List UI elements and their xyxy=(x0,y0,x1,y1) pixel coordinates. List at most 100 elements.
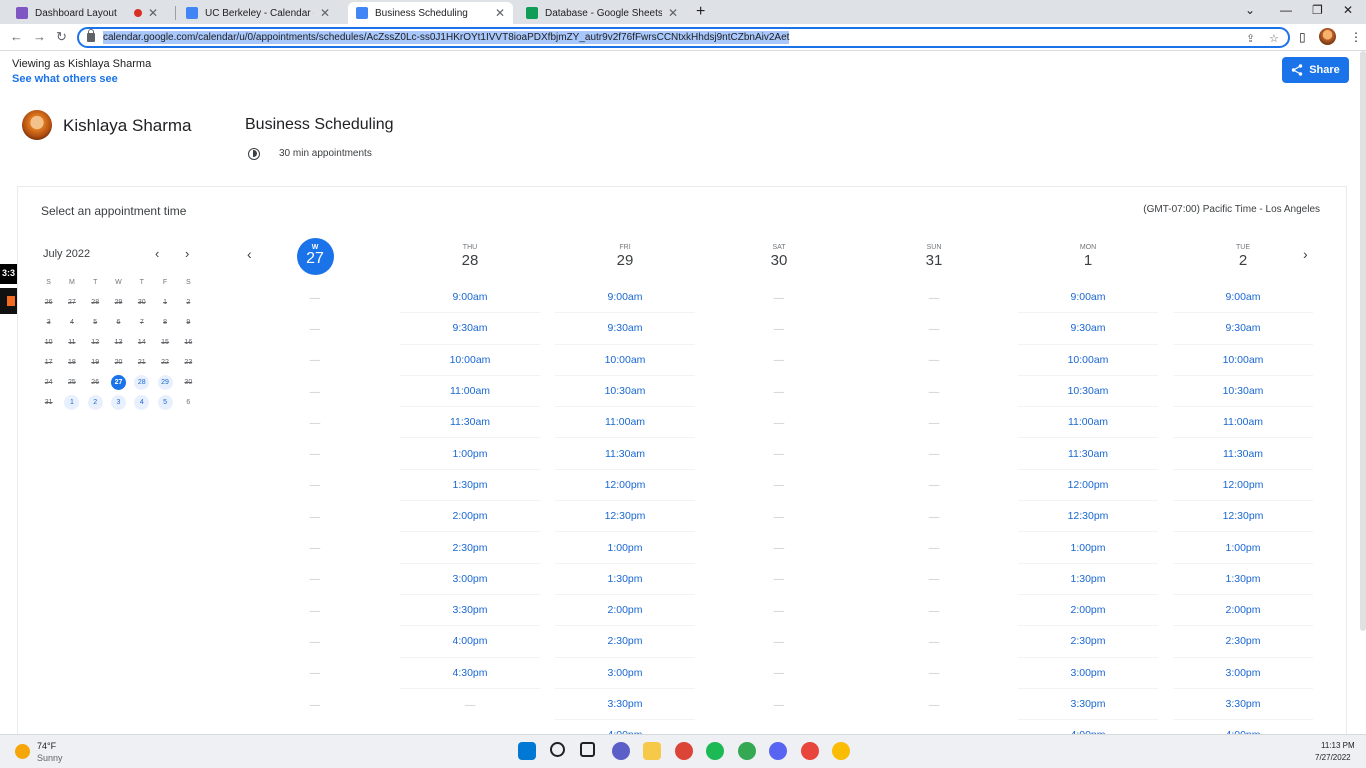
time-slot-button[interactable]: 2:30pm xyxy=(400,532,540,564)
url-text[interactable]: calendar.google.com/calendar/u/0/appoint… xyxy=(103,31,790,44)
time-slot-button[interactable]: 1:00pm xyxy=(555,532,695,564)
close-window-button[interactable]: ✕ xyxy=(1343,3,1353,17)
time-slot-button[interactable]: 3:30pm xyxy=(1173,689,1313,721)
time-slot-button[interactable]: 1:30pm xyxy=(555,564,695,595)
menu-kebab-icon[interactable]: ⋮ xyxy=(1350,30,1362,44)
reload-icon[interactable]: ↻ xyxy=(56,29,67,45)
time-slot-button[interactable]: 10:00am xyxy=(400,345,540,376)
tab-4[interactable]: Database - Google Sheets ✕ xyxy=(518,2,686,24)
time-slot-button[interactable]: 3:00pm xyxy=(400,564,540,595)
time-slot-button[interactable]: 10:00am xyxy=(1173,345,1313,376)
taskbar-date[interactable]: 7/27/2022 xyxy=(1315,753,1351,762)
chrome-profile-icon[interactable] xyxy=(738,742,756,760)
time-slot-button[interactable]: 12:00pm xyxy=(1018,470,1158,502)
time-slot-button[interactable]: 11:00am xyxy=(555,407,695,439)
time-slot-button[interactable]: 1:30pm xyxy=(400,470,540,502)
time-slot-button[interactable]: 12:00pm xyxy=(1173,470,1313,502)
time-slot-button[interactable]: 2:30pm xyxy=(1173,626,1313,658)
mini-calendar-day[interactable]: 3 xyxy=(107,394,130,410)
time-slot-button[interactable]: 3:00pm xyxy=(1173,658,1313,689)
task-view-icon[interactable] xyxy=(580,742,595,757)
close-tab-icon[interactable]: ✕ xyxy=(148,6,158,20)
time-slot-button[interactable]: 12:30pm xyxy=(1018,501,1158,533)
minimize-button[interactable]: — xyxy=(1280,3,1292,17)
time-slot-button[interactable]: 9:30am xyxy=(400,313,540,345)
time-slot-button[interactable]: 11:00am xyxy=(1173,407,1313,439)
time-slot-button[interactable]: 12:30pm xyxy=(1173,501,1313,533)
maximize-button[interactable]: ❐ xyxy=(1312,3,1323,17)
time-slot-button[interactable]: 1:00pm xyxy=(1173,532,1313,564)
time-slot-button[interactable]: 10:30am xyxy=(1173,376,1313,408)
bookmark-star-icon[interactable]: ☆ xyxy=(1269,32,1279,45)
time-slot-button[interactable]: 3:30pm xyxy=(555,689,695,721)
time-slot-button[interactable]: 10:30am xyxy=(1018,376,1158,408)
side-panel-icon[interactable]: ▯ xyxy=(1299,30,1306,44)
spotify-icon[interactable] xyxy=(706,742,724,760)
time-slot-button[interactable]: 1:00pm xyxy=(400,438,540,470)
address-bar[interactable]: calendar.google.com/calendar/u/0/appoint… xyxy=(77,27,1290,48)
close-tab-icon[interactable]: ✕ xyxy=(495,6,505,20)
windows-start-icon[interactable] xyxy=(518,742,536,760)
timezone-selector[interactable]: (GMT-07:00) Pacific Time - Los Angeles xyxy=(1143,204,1320,215)
time-slot-button[interactable]: 9:30am xyxy=(1173,313,1313,345)
time-slot-button[interactable]: 9:30am xyxy=(1018,313,1158,345)
weather-condition[interactable]: Sunny xyxy=(37,753,63,763)
mini-calendar-day[interactable]: 2 xyxy=(84,394,107,410)
time-slot-button[interactable]: 11:30am xyxy=(1173,438,1313,470)
taskbar-time[interactable]: 11:13 PM xyxy=(1321,741,1355,750)
page-scrollbar[interactable] xyxy=(1360,51,1366,631)
forward-icon[interactable]: → xyxy=(33,29,46,44)
time-slot-button[interactable]: 11:00am xyxy=(400,376,540,408)
tab-2[interactable]: UC Berkeley - Calendar - Week o ✕ xyxy=(178,2,338,24)
time-slot-button[interactable]: 10:00am xyxy=(1018,345,1158,376)
time-slot-button[interactable]: 2:30pm xyxy=(555,626,695,658)
tab-1[interactable]: Dashboard Layout ✕ xyxy=(8,2,166,24)
time-slot-button[interactable]: 11:30am xyxy=(555,438,695,470)
mini-calendar-day[interactable]: 28 xyxy=(130,374,153,390)
teams-chat-icon[interactable] xyxy=(612,742,630,760)
time-slot-button[interactable]: 3:00pm xyxy=(1018,658,1158,689)
time-slot-button[interactable]: 3:00pm xyxy=(555,658,695,689)
time-slot-button[interactable]: 1:00pm xyxy=(1018,532,1158,564)
back-icon[interactable]: ← xyxy=(10,29,23,44)
time-slot-button[interactable]: 10:30am xyxy=(555,376,695,408)
close-tab-icon[interactable]: ✕ xyxy=(320,6,330,20)
mini-calendar-day[interactable]: 27 xyxy=(107,374,130,390)
mini-calendar-day[interactable]: 5 xyxy=(153,394,176,410)
time-slot-button[interactable]: 3:30pm xyxy=(1018,689,1158,721)
weather-sun-icon[interactable] xyxy=(15,744,30,759)
time-slot-button[interactable]: 2:00pm xyxy=(1173,595,1313,627)
time-slot-button[interactable]: 4:00pm xyxy=(400,626,540,658)
time-slot-button[interactable]: 12:30pm xyxy=(555,501,695,533)
mini-calendar-next-icon[interactable]: › xyxy=(185,246,189,261)
time-slot-button[interactable]: 2:00pm xyxy=(1018,595,1158,627)
mini-calendar-day[interactable]: 1 xyxy=(60,394,83,410)
weather-temp[interactable]: 74°F xyxy=(37,741,56,751)
search-icon[interactable] xyxy=(550,742,565,757)
time-slot-button[interactable]: 11:00am xyxy=(1018,407,1158,439)
time-slot-button[interactable]: 2:30pm xyxy=(1018,626,1158,658)
mini-calendar-day[interactable]: 4 xyxy=(130,394,153,410)
time-slot-button[interactable]: 2:00pm xyxy=(400,501,540,533)
time-slot-button[interactable]: 4:30pm xyxy=(400,658,540,689)
time-slot-button[interactable]: 10:00am xyxy=(555,345,695,376)
lock-icon[interactable] xyxy=(87,29,95,42)
close-tab-icon[interactable]: ✕ xyxy=(668,6,678,20)
mini-calendar-prev-icon[interactable]: ‹ xyxy=(155,246,159,261)
side-widget-icon[interactable] xyxy=(0,288,17,314)
new-tab-button[interactable]: + xyxy=(696,3,705,21)
mini-calendar-day[interactable]: 29 xyxy=(153,374,176,390)
time-slot-button[interactable]: 9:30am xyxy=(555,313,695,345)
time-slot-button[interactable]: 11:30am xyxy=(400,407,540,439)
chrome-active-icon[interactable] xyxy=(832,742,850,760)
chrome-icon[interactable] xyxy=(675,742,693,760)
time-slot-button[interactable]: 1:30pm xyxy=(1173,564,1313,595)
time-slot-button[interactable]: 11:30am xyxy=(1018,438,1158,470)
share-button[interactable]: Share xyxy=(1282,57,1349,83)
discord-icon[interactable] xyxy=(769,742,787,760)
time-slot-button[interactable]: 9:00am xyxy=(1018,282,1158,314)
side-widget-timer[interactable]: 3:3 xyxy=(0,264,17,284)
tab-3[interactable]: Business Scheduling ✕ xyxy=(348,2,513,24)
tab-search-icon[interactable]: ⌄ xyxy=(1245,3,1255,17)
see-others-link[interactable]: See what others see xyxy=(12,73,118,85)
